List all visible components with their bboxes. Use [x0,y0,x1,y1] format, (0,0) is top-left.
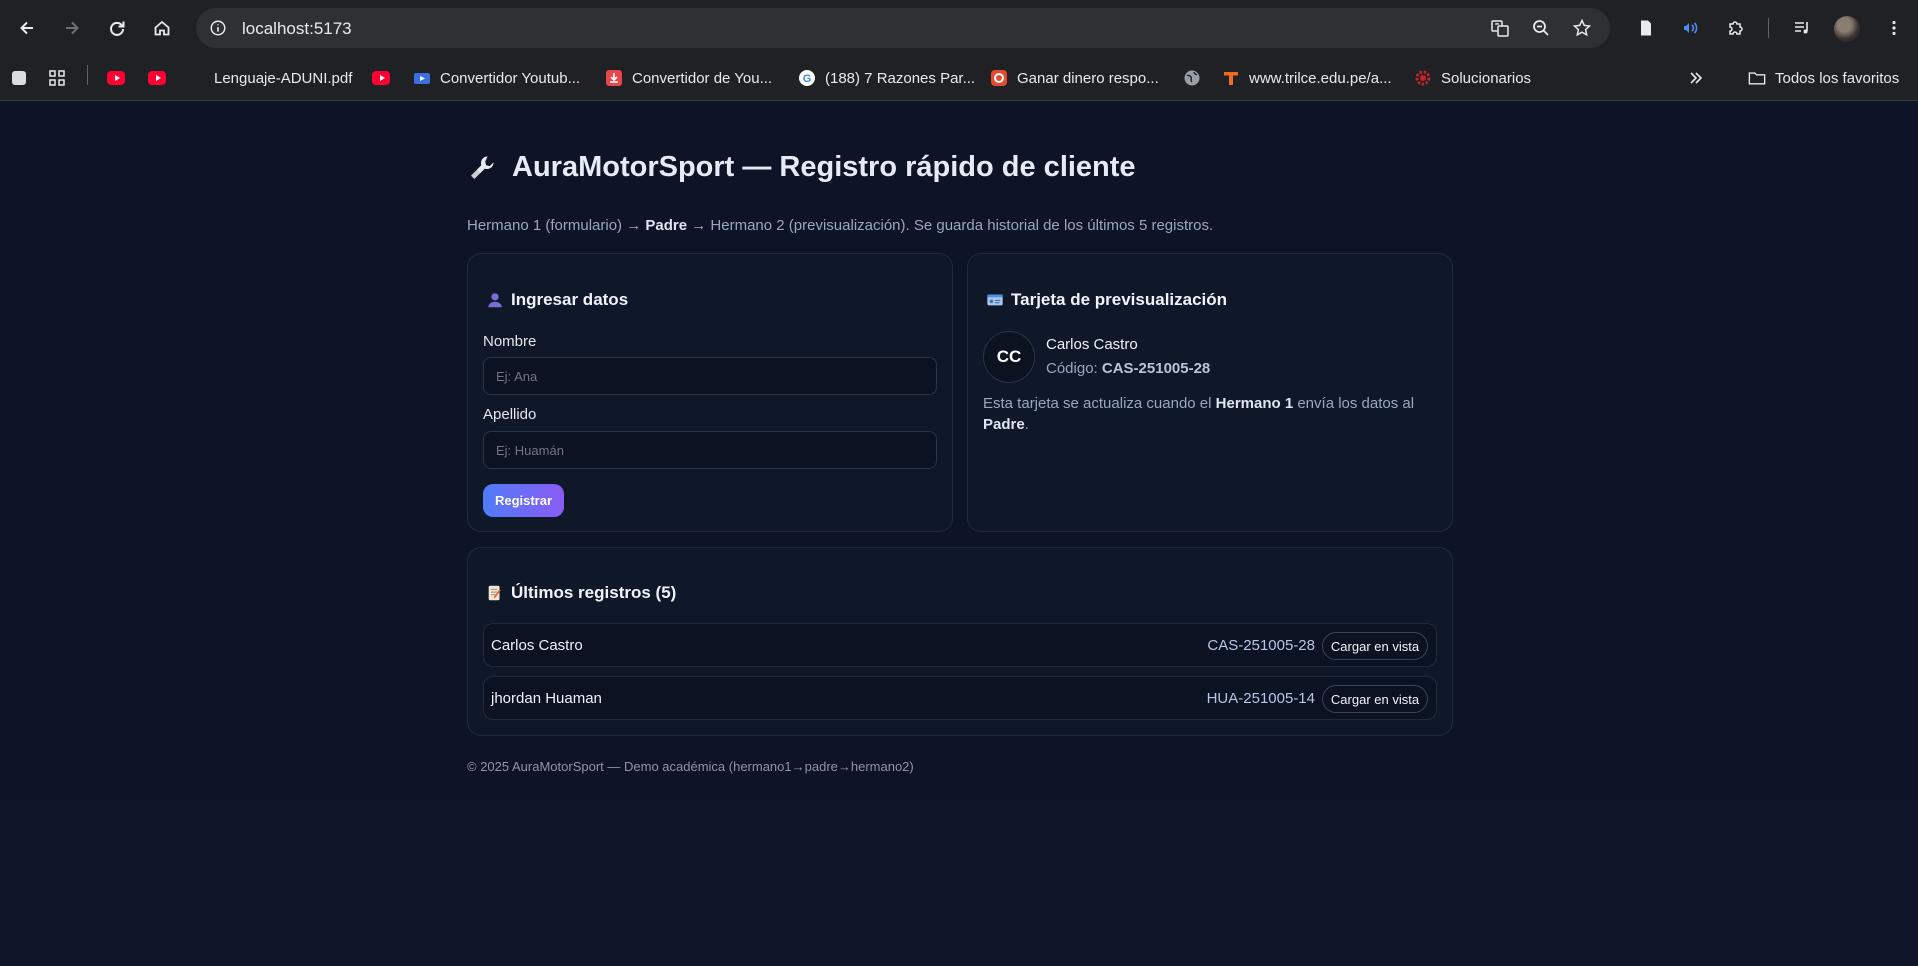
bookmark-ganar-dinero[interactable]: Ganar dinero respo... [990,65,1159,91]
bookmark-convertidor-de-you[interactable]: Convertidor de You... [605,65,772,91]
bookmarks-bar: Lenguaje-ADUNI.pdf Convertidor Youtub...… [0,56,1918,101]
history-row-name: Carlos Castro [491,637,583,654]
history-heading: Últimos registros (5) [485,583,676,603]
preview-heading: Tarjeta de previsualización [985,290,1227,310]
preview-name: Carlos Castro [1046,336,1138,353]
bookmark-trilce[interactable]: www.trilce.edu.pe/a... [1222,65,1392,91]
home-icon [154,20,170,36]
preview-code: Código: CAS-251005-28 [1046,360,1211,377]
home-button[interactable] [146,12,178,44]
apps-grid-icon[interactable] [48,65,75,91]
preview-avatar-initials: CC [983,331,1035,383]
reload-button[interactable] [101,12,133,44]
more-menu-icon[interactable] [1880,14,1908,42]
bookmark-solucionarios[interactable]: Solucionarios [1414,65,1531,91]
load-in-view-button[interactable]: Cargar en vista [1322,632,1428,660]
user-icon [485,290,505,310]
reload-icon [110,21,125,36]
opinion-icon [990,69,1008,87]
read-aloud-icon[interactable] [1676,14,1704,42]
history-row: Carlos Castro CAS-251005-28 Cargar en vi… [483,623,1437,667]
bookmark-youtube-1[interactable] [107,65,134,91]
trilce-icon [1222,69,1240,87]
profile-avatar[interactable] [1834,16,1860,42]
preview-note: Esta tarjeta se actualiza cuando el Herm… [983,395,1415,433]
reading-mode-icon[interactable] [1632,14,1660,42]
history-row-code: CAS-251005-28 [1207,637,1315,654]
tab-search-icon[interactable] [10,65,37,91]
back-arrow-icon [20,21,33,35]
gear-red-icon [1414,69,1432,87]
youtube-icon [107,69,125,87]
url-text: localhost:5173 [242,19,352,38]
first-name-input[interactable] [483,357,937,395]
load-in-view-button[interactable]: Cargar en vista [1322,685,1428,713]
address-bar[interactable]: localhost:5173 [196,8,1610,48]
bookmark-youtube-3[interactable] [372,65,399,91]
last-name-label: Apellido [483,406,537,423]
bookmark-youtube-2[interactable] [148,65,175,91]
converter-icon [413,69,431,87]
browser-toolbar: localhost:5173 [0,0,1918,56]
bookmarks-divider [87,65,88,85]
bookmark-lenguaje-aduni[interactable]: Lenguaje-ADUNI.pdf [214,65,352,91]
history-row: jhordan Huaman HUA-251005-14 Cargar en v… [483,676,1437,720]
page-below-area [0,800,1918,966]
forward-arrow-icon [66,21,79,35]
form-heading: Ingresar datos [485,290,628,310]
register-button[interactable]: Registrar [483,484,564,517]
site-info-icon[interactable] [206,16,230,40]
last-name-input[interactable] [483,431,937,469]
id-card-icon [985,290,1005,310]
youtube-icon [372,69,390,87]
youtube-icon [148,69,166,87]
extensions-icon[interactable] [1722,14,1750,42]
page-subtitle: Hermano 1 (formulario) → Padre → Hermano… [467,217,1214,234]
toolbar-divider [1768,18,1769,38]
page-title-text: AuraMotorSport — Registro rápido de clie… [512,151,1136,183]
svg-text:G: G [803,73,812,85]
folder-icon [1748,69,1766,87]
all-bookmarks-folder[interactable]: Todos los favoritos [1748,65,1899,91]
media-controls-icon[interactable] [1788,14,1816,42]
wrench-icon [467,153,497,183]
bookmark-star-icon[interactable] [1570,16,1594,40]
bookmark-7-razones[interactable]: G (188) 7 Razones Par... [798,65,975,91]
bookmark-globe[interactable] [1183,65,1210,91]
more-bookmarks-chevron-icon[interactable] [1687,65,1705,91]
download-icon [605,69,623,87]
page-footer: © 2025 AuraMotorSport — Demo académica (… [467,759,914,774]
globe-icon [1183,69,1201,87]
first-name-label: Nombre [483,333,537,350]
google-icon: G [798,69,816,87]
translate-icon[interactable] [1488,16,1512,40]
page-title: AuraMotorSport — Registro rápido de clie… [467,151,1136,184]
zoom-icon[interactable] [1529,16,1553,40]
bookmark-convertidor-youtube[interactable]: Convertidor Youtub... [413,65,580,91]
history-row-name: jhordan Huaman [491,690,602,707]
history-row-code: HUA-251005-14 [1206,690,1315,707]
back-button[interactable] [11,12,43,44]
forward-button[interactable] [56,12,88,44]
memo-icon [485,583,505,603]
